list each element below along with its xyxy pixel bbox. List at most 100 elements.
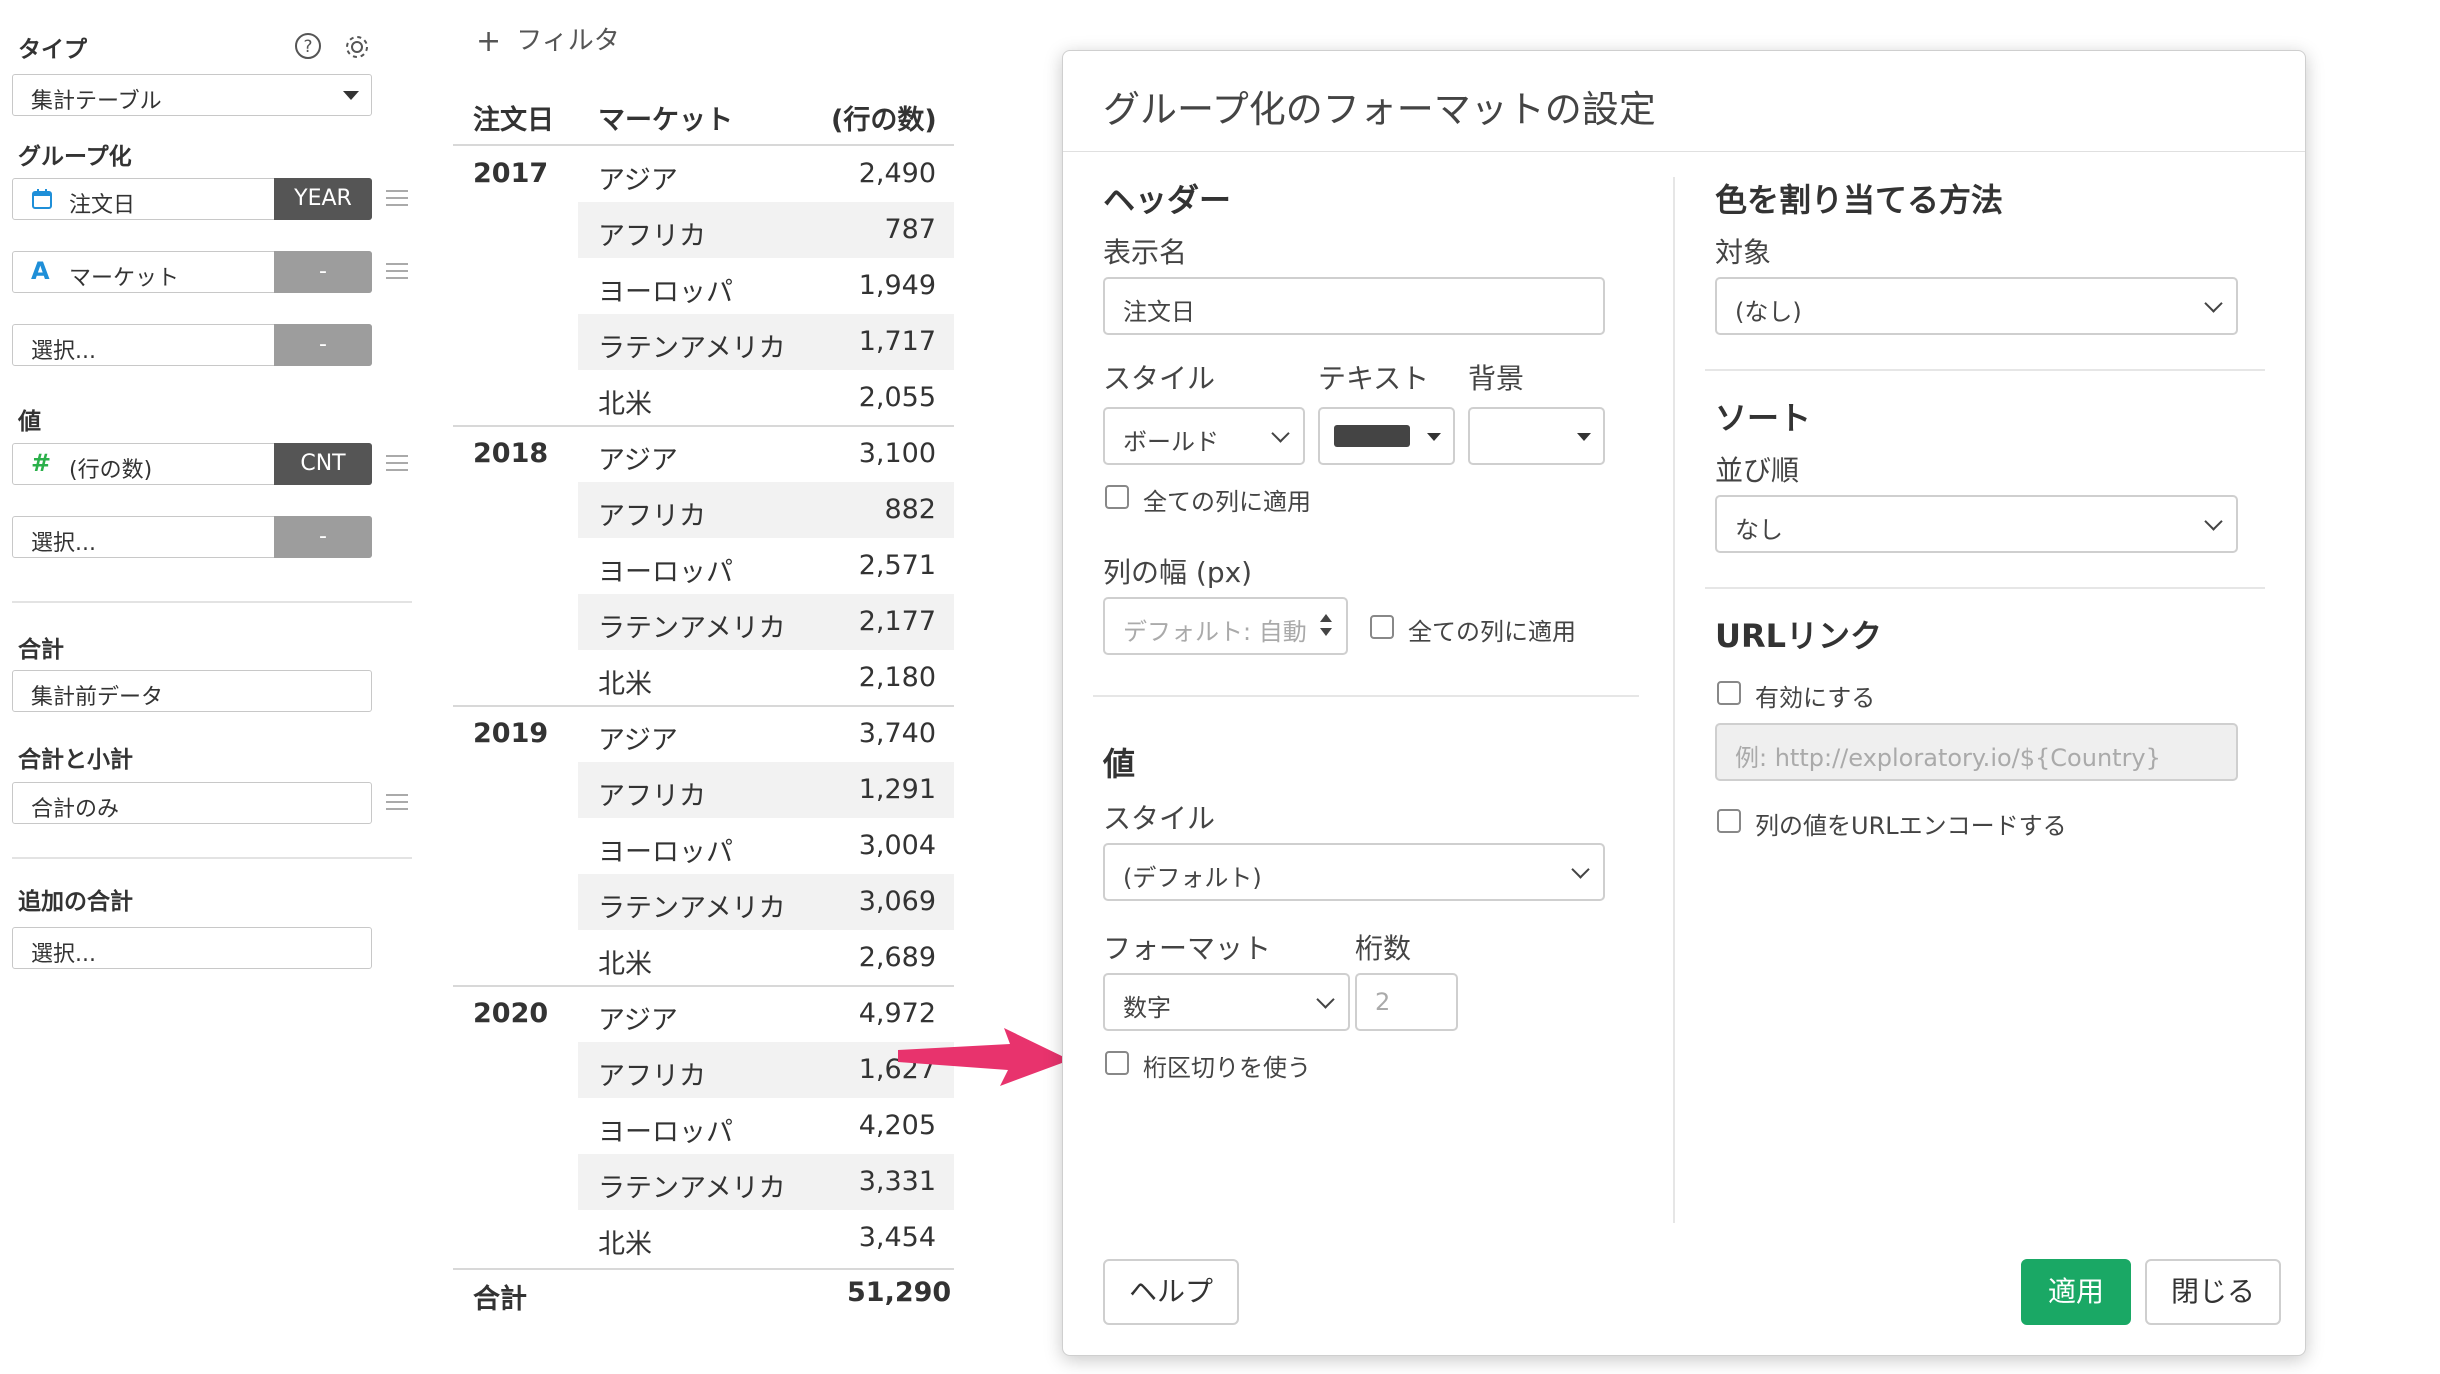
url-encode-checkbox[interactable] [1717,809,1741,833]
table-row: ラテンアメリカ 2,177 [578,594,954,650]
text-color-picker[interactable] [1318,407,1455,465]
style-select[interactable]: ボールド [1103,407,1305,465]
url-template-input[interactable]: 例: http://exploratory.io/${Country} [1715,723,2238,781]
apply-all-cols-label: 全ての列に適用 [1143,488,1311,516]
market-cell: アジア [598,165,678,196]
url-enable-label: 有効にする [1755,684,1876,712]
agg-none-button[interactable]: - [274,516,372,558]
count-cell: 2,490 [858,158,936,189]
count-cell: 3,454 [858,1222,936,1253]
digits-input[interactable]: 2 [1355,973,1458,1031]
value-field-select[interactable]: 選択... - [12,516,372,558]
digits-placeholder: 2 [1375,988,1391,1016]
section-divider [1093,695,1639,697]
count-cell: 4,205 [858,1110,936,1141]
year-cell: 2017 [473,158,549,189]
column-width-label: 列の幅 (px) [1103,556,1253,589]
close-button[interactable]: 閉じる [2145,1259,2281,1325]
agg-none-button[interactable]: - [274,324,372,366]
value-field-row-count[interactable]: # (行の数) CNT [12,443,372,485]
agg-none-button[interactable]: - [274,251,372,293]
apply-button[interactable]: 適用 [2021,1259,2131,1325]
value-style-label: スタイル [1103,802,1216,835]
help-icon[interactable]: ? [294,32,322,60]
section-divider [1705,369,2265,371]
total-select-value: 集計前データ [31,685,164,710]
sort-order-select[interactable]: なし [1715,495,2238,553]
market-cell: ヨーロッパ [598,277,733,308]
count-cell: 787 [884,214,936,245]
value-field-placeholder: 選択... [31,531,96,556]
table-row: 北米 2,055 [578,370,954,426]
header-section-title: ヘッダー [1103,181,1232,219]
total-select[interactable]: 集計前データ [12,670,372,712]
color-section-title: 色を割り当てる方法 [1715,181,2004,219]
caret-down-icon [1577,433,1591,441]
svg-text:?: ? [303,37,312,57]
column-width-input[interactable]: デフォルト: 自動 [1103,597,1348,655]
spinner-icon[interactable] [1318,611,1334,643]
type-select[interactable]: 集計テーブル [12,74,372,116]
apply-all-cols-checkbox[interactable] [1105,485,1129,509]
chevron-down-icon [1571,860,1590,879]
format-select[interactable]: 数字 [1103,973,1350,1031]
value-style-select[interactable]: (デフォルト) [1103,843,1605,901]
count-cell: 3,740 [858,718,936,749]
style-select-value: ボールド [1123,428,1219,456]
drag-handle-icon[interactable] [386,794,408,810]
market-cell: アフリカ [598,221,706,252]
agg-year-button[interactable]: YEAR [274,178,372,220]
target-label: 対象 [1715,236,1772,269]
year-cell: 2020 [473,998,549,1029]
group-field-label: マーケット [69,266,180,291]
subtotal-select[interactable]: 合計のみ [12,782,372,824]
display-name-input[interactable]: 注文日 [1103,277,1605,335]
display-name-label: 表示名 [1103,236,1188,269]
target-select[interactable]: (なし) [1715,277,2238,335]
table-row: 北米 3,454 [578,1210,954,1266]
target-select-value: (なし) [1735,298,1802,326]
total-divider [453,1268,954,1270]
filter-button[interactable]: + フィルタ [476,22,620,59]
count-cell: 1,949 [858,270,936,301]
subtotal-label: 合計と小計 [18,747,133,773]
table-row: 北米 2,180 [578,650,954,706]
table-row: ヨーロッパ 2,571 [578,538,954,594]
background-color-picker[interactable] [1468,407,1605,465]
value-field-label: (行の数) [69,458,153,483]
background-label: 背景 [1468,362,1525,395]
group-field-select[interactable]: 選択... - [12,324,372,366]
help-button[interactable]: ヘルプ [1103,1259,1239,1325]
chevron-down-icon [1271,424,1290,443]
market-cell: ヨーロッパ [598,557,733,588]
market-cell: アフリカ [598,781,706,812]
extra-total-select[interactable]: 選択... [12,927,372,969]
dialog-title: グループ化のフォーマットの設定 [1103,88,1656,131]
drag-handle-icon[interactable] [386,263,408,279]
count-cell: 3,100 [858,438,936,469]
format-label: フォーマット [1103,932,1272,965]
url-enable-checkbox[interactable] [1717,681,1741,705]
market-cell: アジア [598,1005,678,1036]
drag-handle-icon[interactable] [386,190,408,206]
table-row: ヨーロッパ 1,949 [578,258,954,314]
apply-all-cols-width-checkbox[interactable] [1370,615,1394,639]
drag-handle-icon[interactable] [386,455,408,471]
caret-down-icon [1427,433,1441,441]
market-cell: 北米 [598,1229,652,1260]
sort-order-select-value: なし [1735,516,1783,544]
subtotal-select-value: 合計のみ [31,797,120,822]
group-field-market[interactable]: A マーケット - [12,251,372,293]
column-header-market: マーケット [598,105,733,136]
apply-all-cols-width-label: 全ての列に適用 [1408,618,1576,646]
count-cell: 2,177 [858,606,936,637]
thousands-separator-checkbox[interactable] [1105,1051,1129,1075]
table-row: アフリカ 1,291 [578,762,954,818]
table-row: ラテンアメリカ 1,717 [578,314,954,370]
agg-count-button[interactable]: CNT [274,443,372,485]
column-header-date: 注文日 [473,105,554,136]
count-cell: 2,180 [858,662,936,693]
value-style-select-value: (デフォルト) [1123,864,1262,892]
group-field-order-date[interactable]: 注文日 YEAR [12,178,372,220]
gear-icon[interactable] [342,32,372,62]
